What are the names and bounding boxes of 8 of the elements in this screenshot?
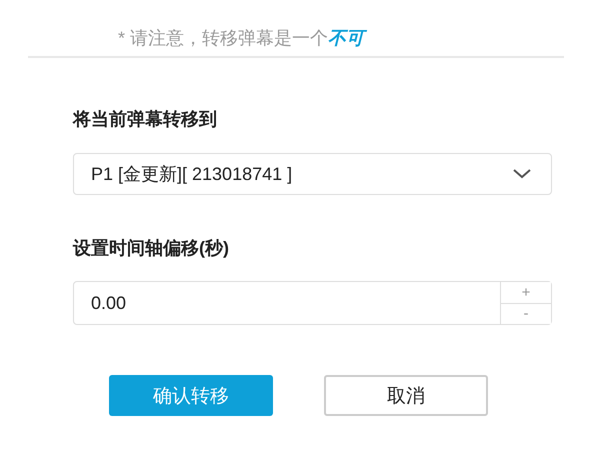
offset-input[interactable]: 0.00 [74, 282, 500, 324]
chevron-down-icon [513, 169, 531, 179]
target-select[interactable]: P1 [金更新][ 213018741 ] [73, 153, 552, 195]
offset-label: 设置时间轴偏移(秒) [73, 237, 230, 260]
select-value: P1 [金更新][ 213018741 ] [91, 163, 292, 186]
target-label: 将当前弹幕转移到 [73, 108, 218, 131]
cancel-button[interactable]: 取消 [324, 375, 488, 416]
offset-field[interactable]: 0.00 + - [73, 281, 552, 325]
